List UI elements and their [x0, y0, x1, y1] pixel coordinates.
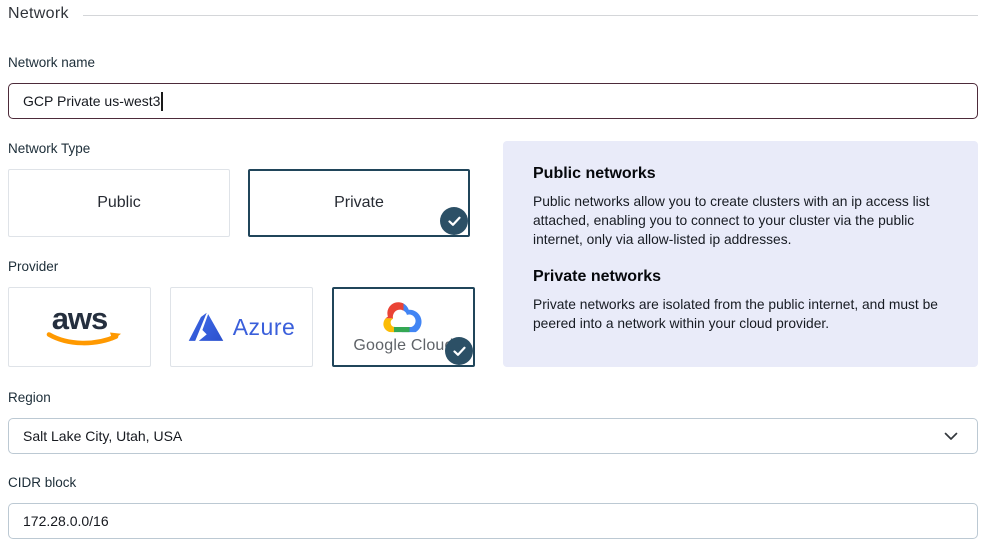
info-section-public: Public networks Public networks allow yo… [533, 165, 948, 249]
network-type-option-label: Private [334, 194, 384, 212]
network-info-panel: Public networks Public networks allow yo… [503, 141, 978, 367]
cidr-input[interactable]: 172.28.0.0/16 [8, 503, 978, 539]
info-heading: Public networks [533, 165, 948, 183]
network-form: Network Network name GCP Private us-west… [0, 0, 983, 539]
aws-logo: aws [36, 306, 124, 347]
network-name-input[interactable]: GCP Private us-west3 [8, 83, 978, 119]
network-name-label: Network name [8, 55, 978, 70]
region-select[interactable]: Salt Lake City, Utah, USA [8, 418, 978, 454]
info-body: Private networks are isolated from the p… [533, 295, 948, 333]
provider-option-google-cloud[interactable]: Google Cloud [332, 287, 475, 367]
checkmark-icon [440, 207, 468, 235]
info-heading: Private networks [533, 268, 948, 286]
provider-label: Provider [8, 259, 476, 274]
text-cursor [161, 92, 163, 111]
info-section-private: Private networks Private networks are is… [533, 268, 948, 333]
aws-smile-icon [46, 331, 124, 348]
network-type-label: Network Type [8, 141, 476, 156]
network-type-group: Network Type Public Private [8, 141, 476, 237]
google-cloud-wordmark: Google Cloud [353, 337, 453, 355]
aws-wordmark: aws [52, 306, 108, 332]
network-name-value: GCP Private us-west3 [23, 93, 160, 109]
network-type-option-private[interactable]: Private [248, 169, 470, 237]
cidr-value: 172.28.0.0/16 [23, 513, 109, 529]
provider-option-azure[interactable]: Azure [170, 287, 313, 367]
provider-group: Provider aws [8, 259, 476, 367]
type-provider-row: Network Type Public Private [8, 141, 978, 367]
section-header: Network [8, 4, 978, 24]
info-body: Public networks allow you to create clus… [533, 192, 948, 249]
section-title: Network [8, 5, 69, 23]
section-divider [83, 15, 978, 16]
left-column: Network Type Public Private [8, 141, 476, 367]
network-type-option-label: Public [97, 194, 141, 212]
provider-cards: aws [8, 287, 476, 367]
region-label: Region [8, 390, 978, 405]
cidr-label: CIDR block [8, 475, 978, 490]
azure-triangle-icon [188, 312, 224, 343]
network-type-option-public[interactable]: Public [8, 169, 230, 237]
checkmark-icon [445, 337, 473, 365]
google-cloud-icon [381, 300, 426, 335]
chevron-down-icon [944, 432, 958, 441]
provider-option-aws[interactable]: aws [8, 287, 151, 367]
network-type-cards: Public Private [8, 169, 476, 237]
cidr-group: CIDR block 172.28.0.0/16 [8, 475, 978, 539]
network-name-group: Network name GCP Private us-west3 [8, 55, 978, 119]
region-value: Salt Lake City, Utah, USA [23, 428, 182, 444]
google-cloud-logo: Google Cloud [353, 300, 453, 355]
region-group: Region Salt Lake City, Utah, USA [8, 390, 978, 454]
azure-wordmark: Azure [233, 314, 296, 341]
azure-logo: Azure [188, 312, 296, 343]
